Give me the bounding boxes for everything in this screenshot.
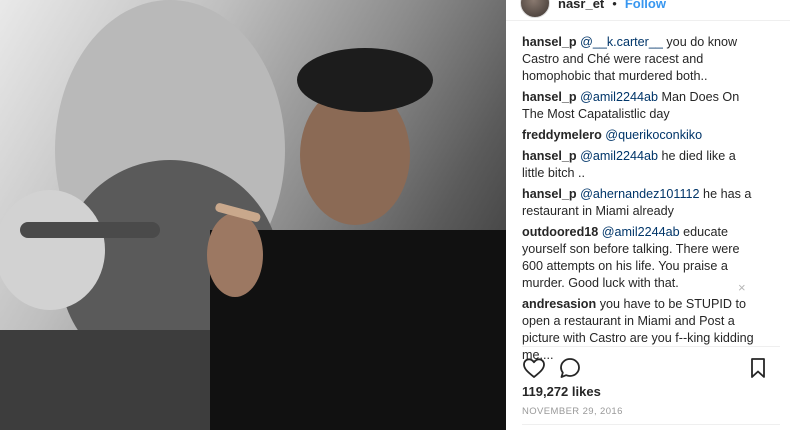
comment-mention[interactable]: @__k.carter__ <box>580 35 663 49</box>
comment-icon[interactable] <box>558 356 582 380</box>
comment-item: freddymelero @querikoconkiko <box>522 127 754 144</box>
comment-username[interactable]: andresasion <box>522 297 596 311</box>
actions-divider <box>522 346 780 347</box>
comment-item: hansel_p @amil2244ab he died like a litt… <box>522 148 754 182</box>
post-image[interactable] <box>0 0 506 430</box>
comment-username[interactable]: hansel_p <box>522 149 577 163</box>
avatar[interactable] <box>520 0 550 18</box>
comment-item: hansel_p @__k.carter__ you do know Castr… <box>522 34 754 85</box>
comment-username[interactable]: hansel_p <box>522 35 577 49</box>
likes-count[interactable]: 119,272 likes <box>522 384 601 399</box>
heart-icon[interactable] <box>522 356 546 380</box>
comment-item: hansel_p @amil2244ab Man Does On The Mos… <box>522 89 754 123</box>
comment-mention[interactable]: @querikoconkiko <box>605 128 702 142</box>
figure-cap <box>297 48 433 112</box>
figure-hand <box>207 213 263 297</box>
post-photo <box>0 0 506 430</box>
comment-mention[interactable]: @amil2244ab <box>580 90 658 104</box>
comment-item: hansel_p @ahernandez101112 he has a rest… <box>522 186 754 220</box>
comment-mention[interactable]: @amil2244ab <box>602 225 680 239</box>
bookmark-icon[interactable] <box>746 356 770 380</box>
bottom-divider <box>522 424 780 425</box>
portrait-cigar <box>20 222 160 238</box>
comment-username[interactable]: hansel_p <box>522 90 577 104</box>
post-date: NOVEMBER 29, 2016 <box>522 406 623 417</box>
header-divider <box>506 20 790 21</box>
comments-list: hansel_p @__k.carter__ you do know Castr… <box>522 34 754 368</box>
follow-button[interactable]: Follow <box>625 0 666 11</box>
comment-item: andresasion you have to be STUPID to ope… <box>522 296 754 364</box>
comment-item: outdoored18 @amil2244ab educate yourself… <box>522 224 754 292</box>
comment-username[interactable]: hansel_p <box>522 187 577 201</box>
post-header: nasr_et • Follow <box>520 0 666 18</box>
comment-username[interactable]: freddymelero <box>522 128 602 142</box>
comment-mention[interactable]: @amil2244ab <box>580 149 658 163</box>
header-username[interactable]: nasr_et <box>558 0 604 11</box>
header-separator: • <box>612 0 617 11</box>
comment-mention[interactable]: @ahernandez101112 <box>580 187 699 201</box>
comment-username[interactable]: outdoored18 <box>522 225 598 239</box>
portrait-hand <box>0 190 105 310</box>
post-side-panel: nasr_et • Follow hansel_p @__k.carter__ … <box>506 0 790 430</box>
close-icon[interactable]: × <box>738 280 746 295</box>
post-actions <box>522 356 770 380</box>
